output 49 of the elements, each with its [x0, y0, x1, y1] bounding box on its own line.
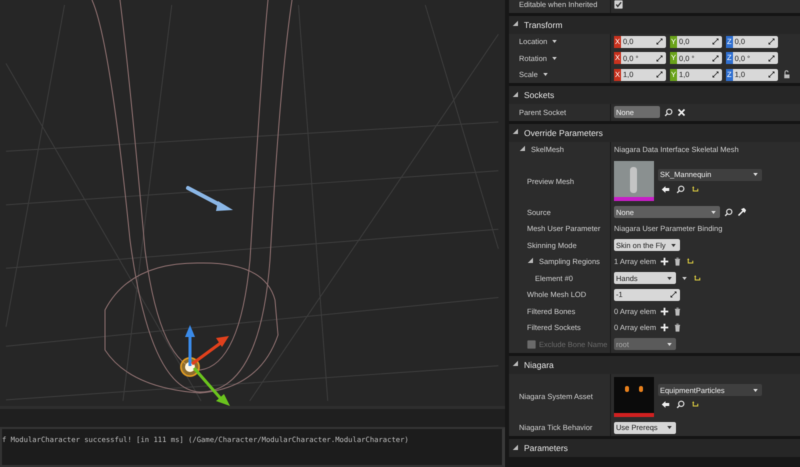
reset-icon[interactable] — [691, 184, 700, 194]
drag-arrows-icon[interactable] — [766, 54, 776, 63]
category-title: Override Parameters — [524, 128, 603, 138]
category-header[interactable]: Override Parameters — [509, 120, 800, 142]
search-icon[interactable] — [724, 208, 733, 217]
arrow-left-icon[interactable] — [661, 184, 670, 194]
drag-arrows-icon[interactable] — [711, 37, 720, 46]
plus-icon[interactable] — [660, 323, 670, 332]
trash-icon[interactable] — [673, 323, 682, 332]
drag-arrows-icon[interactable] — [655, 54, 664, 63]
search-icon[interactable] — [676, 400, 685, 409]
search-icon[interactable] — [676, 184, 685, 194]
search-icon[interactable] — [664, 108, 673, 117]
reset-icon[interactable] — [686, 257, 696, 266]
drag-arrows-icon[interactable] — [669, 290, 678, 300]
drag-arrows-icon[interactable] — [766, 37, 776, 46]
expand-arrow-icon[interactable] — [512, 128, 521, 137]
mesh-thumbnail[interactable] — [614, 161, 654, 201]
expand-arrow-icon[interactable] — [512, 360, 521, 369]
particle-thumbnail[interactable] — [614, 376, 654, 416]
drag-arrows-icon[interactable] — [655, 37, 664, 46]
trash-icon[interactable] — [673, 257, 682, 266]
category-title: Transform — [524, 20, 562, 30]
drag-arrows-icon[interactable] — [655, 70, 664, 80]
reset-icon[interactable] — [693, 274, 702, 283]
emitter-glow-drawing — [180, 357, 200, 377]
category-title: Niagara — [524, 360, 554, 370]
direction-arrow-drawing — [186, 186, 233, 211]
plus-icon[interactable] — [660, 306, 670, 316]
trash-icon[interactable] — [673, 306, 682, 316]
drag-arrows-icon[interactable] — [711, 54, 720, 63]
expand-arrow-icon[interactable] — [512, 90, 521, 100]
arrow-left-icon[interactable] — [661, 400, 670, 409]
category-header[interactable]: Sockets — [509, 83, 800, 104]
category-header[interactable]: Parameters — [509, 436, 800, 457]
eyedropper-icon[interactable] — [737, 208, 746, 217]
category-header[interactable]: Transform — [509, 12, 800, 34]
drag-arrows-icon[interactable] — [711, 70, 720, 80]
reset-icon[interactable] — [691, 400, 700, 409]
close-icon[interactable] — [677, 108, 686, 117]
checkbox[interactable] — [614, 0, 623, 9]
expand-arrow-icon[interactable] — [512, 20, 521, 29]
category-title: Parameters — [524, 443, 568, 453]
lock-icon[interactable] — [782, 70, 791, 80]
expand-arrow-icon[interactable] — [512, 444, 521, 452]
category-title: Sockets — [524, 90, 554, 100]
category-header[interactable]: Niagara — [509, 352, 800, 374]
plus-icon[interactable] — [660, 257, 670, 266]
drag-arrows-icon[interactable] — [766, 70, 776, 80]
